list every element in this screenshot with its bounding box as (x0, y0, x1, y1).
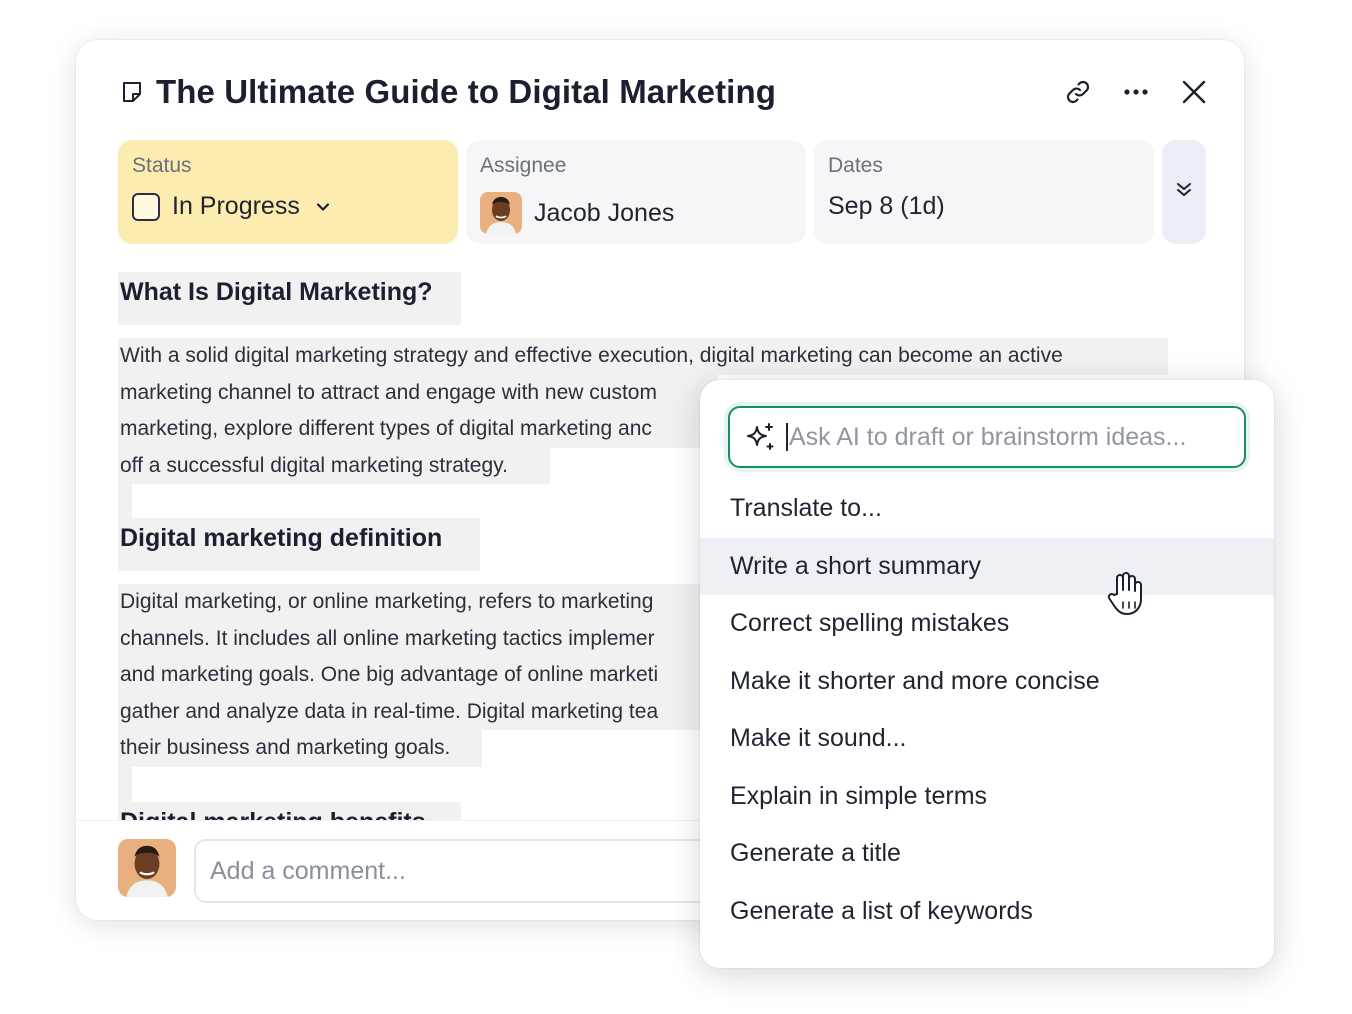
ai-action-list: Translate to... Write a short summary Co… (700, 480, 1274, 940)
ai-action-shorter[interactable]: Make it shorter and more concise (700, 653, 1274, 711)
paragraph-line: marketing, explore different types of di… (118, 411, 708, 448)
ai-action-tone[interactable]: Make it sound... (700, 710, 1274, 768)
chevron-down-icon[interactable] (314, 198, 332, 216)
ai-action-spelling[interactable]: Correct spelling mistakes (700, 595, 1274, 653)
dates-field[interactable]: Dates Sep 8 (1d) (814, 140, 1154, 244)
ai-action-title[interactable]: Generate a title (700, 825, 1274, 883)
link-icon[interactable] (1064, 78, 1092, 106)
avatar (480, 192, 522, 234)
paragraph-line: off a successful digital marketing strat… (118, 447, 550, 484)
dates-value: Sep 8 (1d) (828, 192, 945, 220)
paragraph-line: Digital marketing, or online marketing, … (118, 584, 708, 621)
highlight-gap (118, 484, 132, 518)
task-fields: Status In Progress Assignee Jacob Jones … (118, 140, 1206, 244)
ai-action-translate[interactable]: Translate to... (700, 480, 1274, 538)
ai-action-summary[interactable]: Write a short summary (700, 537, 1274, 595)
ai-action-keywords[interactable]: Generate a list of keywords (700, 883, 1274, 941)
status-dropdown[interactable]: In Progress (132, 192, 444, 221)
status-label: Status (132, 154, 192, 177)
dates-label: Dates (828, 154, 883, 177)
paragraph-line: With a solid digital marketing strategy … (118, 338, 1168, 375)
paragraph-line: and marketing goals. One big advantage o… (118, 657, 708, 694)
paragraph-line: marketing channel to attract and engage … (118, 374, 718, 411)
checkbox-icon[interactable] (132, 192, 160, 221)
status-value: In Progress (172, 192, 300, 220)
avatar (118, 839, 176, 897)
paragraph-line: their business and marketing goals. (118, 730, 482, 767)
expand-icon (1174, 180, 1194, 205)
status-field[interactable]: Status In Progress (118, 140, 458, 244)
assignee-value: Jacob Jones (480, 192, 792, 234)
ai-menu: Ask AI to draft or brainstorm ideas... T… (700, 380, 1274, 968)
expand-fields-button[interactable] (1162, 140, 1206, 244)
paragraph-line: gather and analyze data in real-time. Di… (118, 693, 708, 730)
page-title: The Ultimate Guide to Digital Marketing (156, 73, 776, 110)
paragraph-definition: Digital marketing, or online marketing, … (118, 584, 708, 767)
ai-prompt-placeholder: Ask AI to draft or brainstorm ideas... (789, 422, 1187, 451)
sparkle-icon (744, 421, 776, 453)
assignee-field[interactable]: Assignee Jacob Jones (466, 140, 806, 244)
title-row: The Ultimate Guide to Digital Marketing (120, 70, 1208, 114)
title-actions (1064, 78, 1208, 106)
ai-prompt-input[interactable]: Ask AI to draft or brainstorm ideas... (728, 406, 1246, 468)
close-icon[interactable] (1180, 78, 1208, 106)
more-icon[interactable] (1122, 78, 1150, 106)
paragraph-line: channels. It includes all online marketi… (118, 620, 708, 657)
text-caret (786, 423, 788, 451)
assignee-name: Jacob Jones (534, 198, 675, 227)
document-icon (120, 79, 146, 105)
ai-action-explain[interactable]: Explain in simple terms (700, 768, 1274, 826)
hand-cursor-icon (1105, 572, 1147, 616)
highlight-gap (118, 766, 132, 802)
heading-definition: Digital marketing definition (118, 518, 480, 571)
heading-what-is: What Is Digital Marketing? (118, 272, 461, 325)
assignee-label: Assignee (480, 154, 567, 177)
